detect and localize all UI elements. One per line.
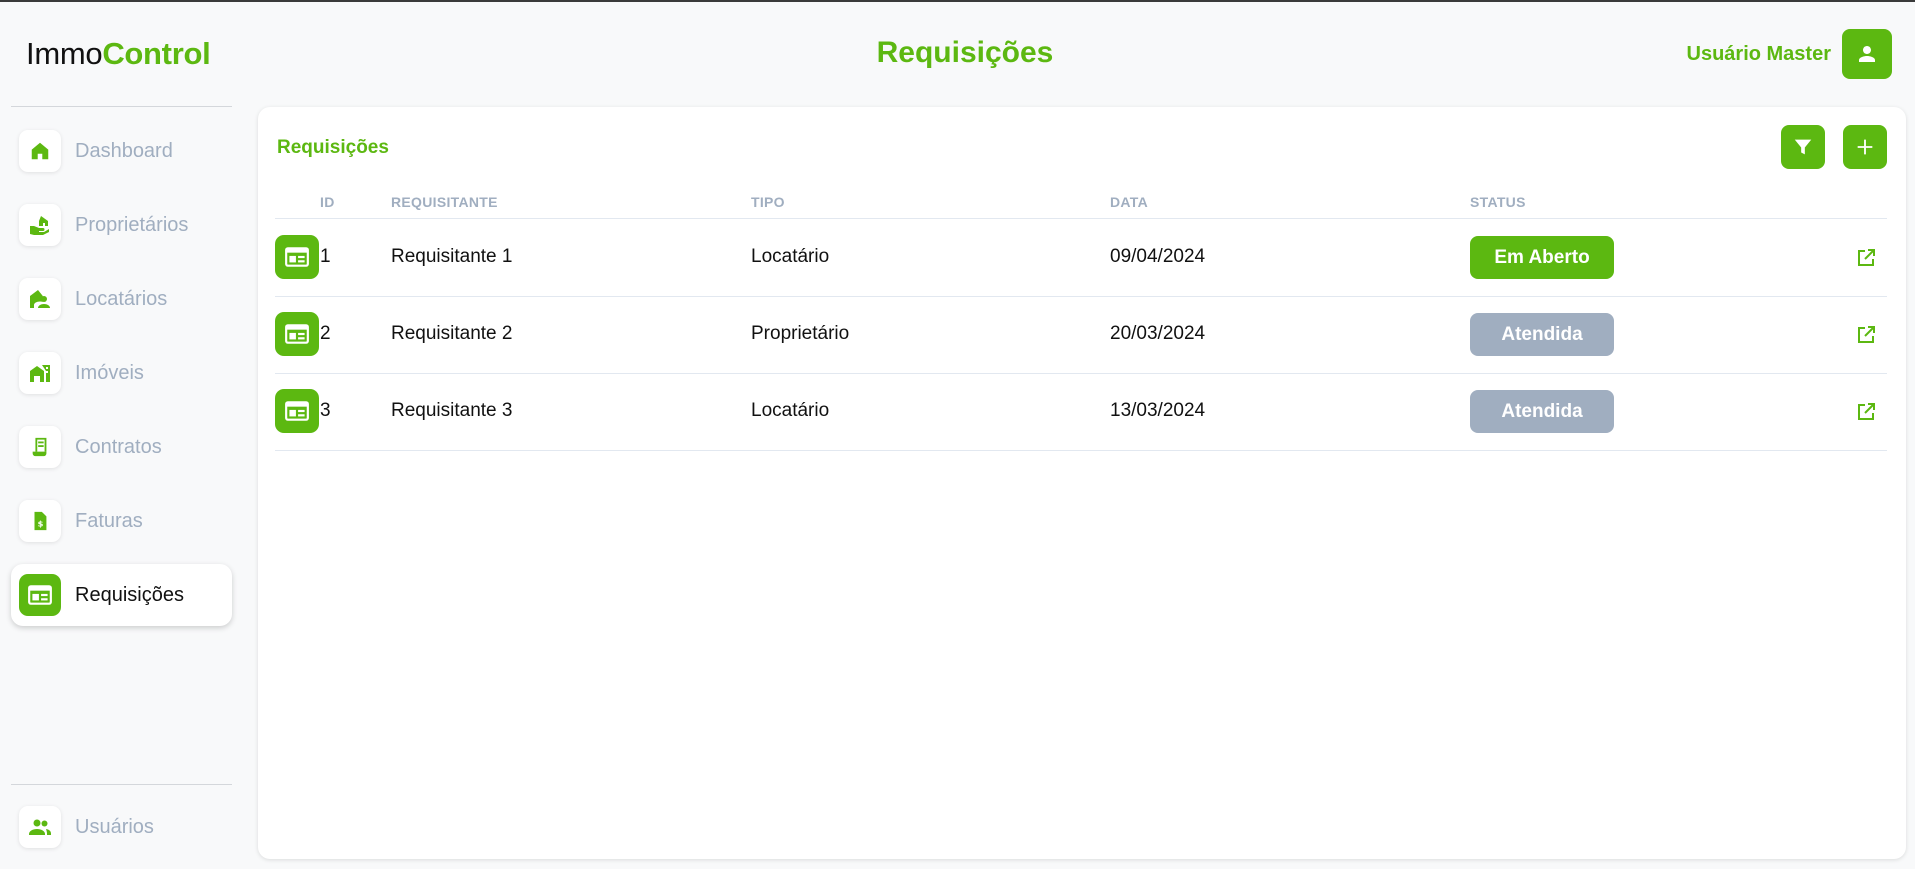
sidebar-item-imoveis[interactable]: Imóveis <box>11 342 232 404</box>
filter-button[interactable] <box>1781 125 1825 169</box>
cell-data: 09/04/2024 <box>1110 246 1206 267</box>
row-type-badge <box>275 235 319 279</box>
nav-icon-box: $ <box>19 500 61 542</box>
nav-icon-box <box>19 352 61 394</box>
table-row[interactable]: 2 Requisitante 2 Proprietário 20/03/2024… <box>275 296 1887 373</box>
people-icon <box>29 819 51 835</box>
column-header-requisitante[interactable]: REQUISITANTE <box>391 194 498 210</box>
sidebar-divider-bottom <box>11 784 232 785</box>
column-header-tipo[interactable]: TIPO <box>751 194 785 210</box>
column-header-status[interactable]: STATUS <box>1470 194 1526 210</box>
cell-requisitante: Requisitante 1 <box>391 246 513 267</box>
user-name[interactable]: Usuário Master <box>1687 43 1832 66</box>
add-requisicao-button[interactable] <box>1843 125 1887 169</box>
plus-icon <box>1857 139 1873 155</box>
sidebar-item-locatarios[interactable]: Locatários <box>11 268 232 330</box>
nav-icon-box <box>19 130 61 172</box>
table-row[interactable]: 3 Requisitante 3 Locatário 13/03/2024 At… <box>275 373 1887 450</box>
sidebar-item-label: Usuários <box>75 815 154 838</box>
column-header-id[interactable]: ID <box>320 194 335 210</box>
nav-icon-box <box>19 278 61 320</box>
status-badge: Em Aberto <box>1470 236 1614 279</box>
person-house-icon <box>30 290 50 308</box>
sidebar-item-label: Imóveis <box>75 361 144 384</box>
svg-text:$: $ <box>38 519 44 529</box>
sidebar-item-proprietarios[interactable]: Proprietários <box>11 194 232 256</box>
open-row-button[interactable] <box>1854 323 1878 347</box>
sidebar-item-contratos[interactable]: Contratos <box>11 416 232 478</box>
sidebar-item-label: Requisições <box>75 583 184 606</box>
table-divider <box>275 450 1887 451</box>
cell-id: 1 <box>320 246 331 267</box>
hand-house-icon <box>30 216 49 235</box>
cell-tipo: Proprietário <box>751 323 850 344</box>
nav-icon-box <box>19 204 61 246</box>
home-icon <box>31 142 49 160</box>
sidebar-item-requisicoes[interactable]: Requisições <box>11 564 232 626</box>
table-card-icon <box>28 585 52 605</box>
window-top-border <box>0 0 1915 2</box>
sidebar-divider-top <box>11 106 232 107</box>
open-row-button[interactable] <box>1854 400 1878 424</box>
status-badge: Atendida <box>1470 313 1614 356</box>
sidebar-item-label: Contratos <box>75 435 162 458</box>
cell-requisitante: Requisitante 3 <box>391 400 513 421</box>
buildings-icon <box>30 365 50 382</box>
cell-tipo: Locatário <box>751 400 830 421</box>
user-avatar-button[interactable] <box>1842 29 1892 79</box>
sidebar-item-label: Faturas <box>75 509 143 532</box>
sidebar-item-label: Dashboard <box>75 139 173 162</box>
person-icon <box>1859 46 1875 62</box>
table-card-icon <box>285 401 309 421</box>
card-title: Requisições <box>277 137 389 158</box>
external-link-icon <box>1858 249 1875 266</box>
cell-tipo: Locatário <box>751 246 830 267</box>
cell-data: 20/03/2024 <box>1110 323 1206 344</box>
table-row[interactable]: 1 Requisitante 1 Locatário 09/04/2024 Em… <box>275 219 1887 296</box>
cell-id: 2 <box>320 323 331 344</box>
cell-requisitante: Requisitante 2 <box>391 323 513 344</box>
requisicoes-card: Requisições ID REQUISITANTE TIPO DATA ST… <box>258 107 1906 859</box>
nav-icon-box <box>19 806 61 848</box>
cell-id: 3 <box>320 400 331 421</box>
row-type-badge <box>275 389 319 433</box>
nav-icon-box <box>19 574 61 616</box>
table-card-icon <box>285 324 309 344</box>
row-type-badge <box>275 312 319 356</box>
sidebar-item-label: Locatários <box>75 287 168 310</box>
status-badge: Atendida <box>1470 390 1614 433</box>
column-header-data[interactable]: DATA <box>1110 194 1148 210</box>
sidebar-item-dashboard[interactable]: Dashboard <box>11 120 232 182</box>
open-row-button[interactable] <box>1854 246 1878 270</box>
external-link-icon <box>1858 403 1875 420</box>
external-link-icon <box>1858 326 1875 343</box>
scroll-icon <box>32 437 47 457</box>
cell-data: 13/03/2024 <box>1110 400 1206 421</box>
table-card-icon <box>285 247 309 267</box>
sidebar-item-faturas[interactable]: $ Faturas <box>11 490 232 552</box>
nav-icon-box <box>19 426 61 468</box>
sidebar-item-usuarios[interactable]: Usuários <box>11 796 232 858</box>
invoice-icon: $ <box>34 511 47 531</box>
sidebar-item-label: Proprietários <box>75 213 189 236</box>
page-title: Requisições <box>876 36 1054 69</box>
filter-icon <box>1794 139 1812 155</box>
